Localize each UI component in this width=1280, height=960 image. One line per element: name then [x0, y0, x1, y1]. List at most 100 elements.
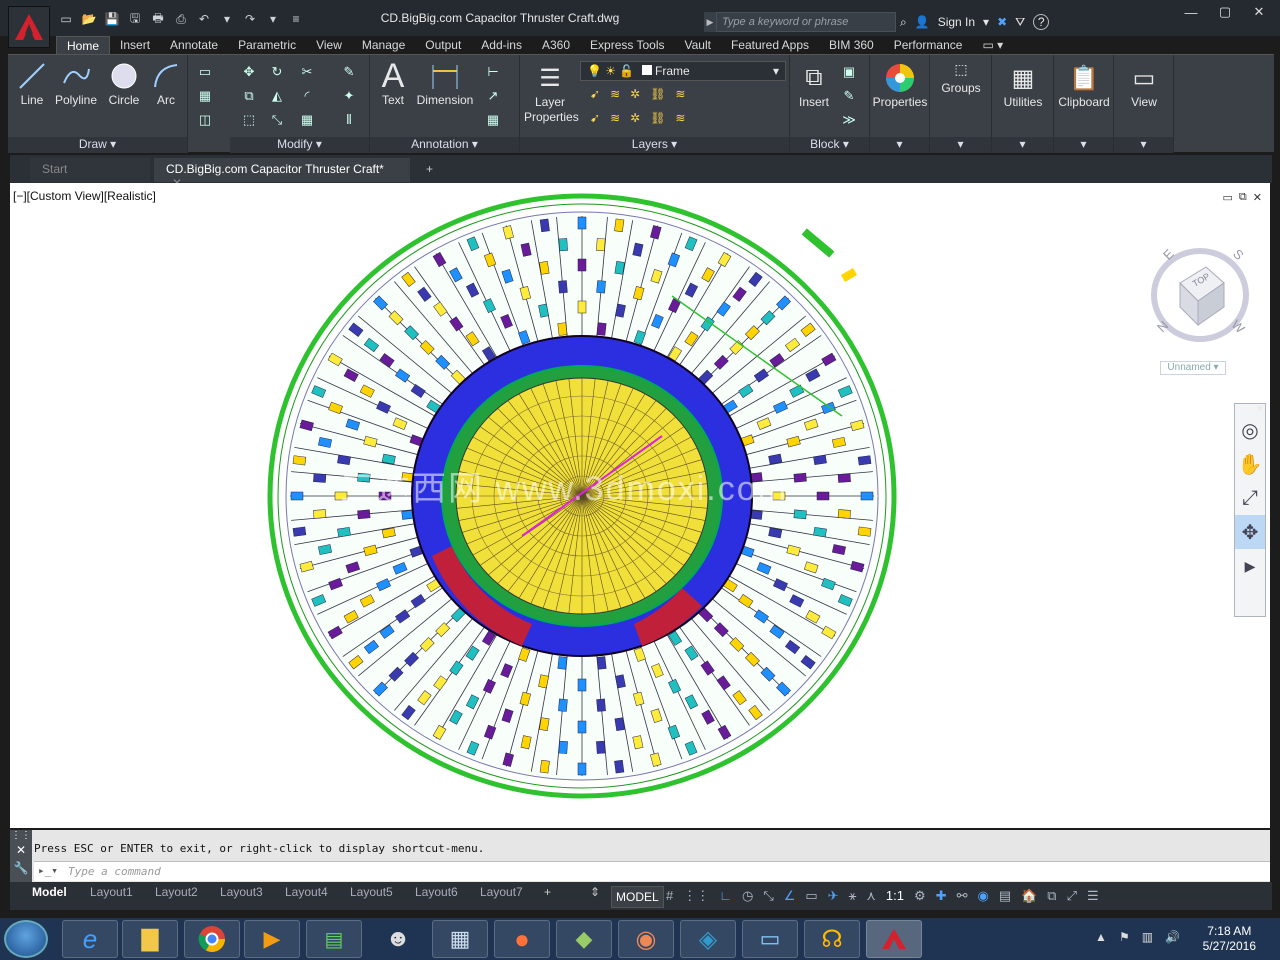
undo-dropdown-icon[interactable]: ▾ [217, 10, 237, 28]
ribbon-tab-parametric[interactable]: Parametric [228, 36, 306, 54]
task-manager-icon[interactable]: ▤ [306, 920, 362, 958]
line-button[interactable]: Line [14, 59, 50, 107]
model-space-toggle[interactable]: MODEL [611, 886, 664, 908]
grip-icon[interactable]: ⋮⋮ [10, 830, 32, 841]
application-menu-button[interactable] [8, 6, 50, 48]
ribbon-tab-express-tools[interactable]: Express Tools [580, 36, 674, 54]
annotation-scale[interactable]: 1:1 [886, 888, 904, 904]
redo-dropdown-icon[interactable]: ▾ [263, 10, 283, 28]
customization-menu-icon[interactable]: ☰ [1087, 888, 1099, 904]
minimize-icon[interactable]: — [1174, 2, 1208, 22]
open-icon[interactable]: 📂 [79, 10, 99, 28]
ribbon-tab-output[interactable]: Output [415, 36, 471, 54]
annotation-panel-label[interactable]: Annotation ▾ [370, 137, 519, 153]
showmotion-icon[interactable]: ▶ [1235, 549, 1265, 583]
ribbon-tab-a360[interactable]: A360 [532, 36, 580, 54]
stay-connected-icon[interactable]: ⛛ [1015, 15, 1025, 30]
layout-tab-layout4[interactable]: Layout4 [285, 885, 328, 905]
new-icon[interactable]: ▭ [56, 10, 76, 28]
units-icon[interactable]: ⚯ [957, 888, 968, 904]
headphones-app-icon[interactable]: ☊ [804, 920, 860, 958]
sign-in-link[interactable]: Sign In [938, 15, 975, 29]
redo-icon[interactable]: ↷ [240, 10, 260, 28]
network-icon[interactable]: ▥ [1142, 930, 1153, 944]
array-icon[interactable]: ▦ [298, 111, 316, 129]
navbar-close-icon[interactable]: ✕ [1235, 404, 1265, 413]
ribbon-tab-performance[interactable]: Performance [884, 36, 973, 54]
layer-off-icon[interactable]: ➹ [590, 87, 600, 101]
isolate-objects-icon[interactable]: 🏠 [1021, 888, 1037, 904]
lock-ui-icon[interactable]: ▤ [999, 888, 1011, 904]
ribbon-tab-insert[interactable]: Insert [110, 36, 160, 54]
arc-button[interactable]: Arc [148, 59, 184, 107]
layout-tab-layout7[interactable]: Layout7 [480, 885, 523, 905]
layer-properties-button[interactable]: ☰ Layer Properties [524, 61, 579, 125]
drawing-viewport[interactable]: [−][Custom View][Realistic] ▭ ⧉ ✕ 三达西网 w… [10, 183, 1270, 828]
snap-icon[interactable]: ⋮⋮ [683, 888, 709, 904]
calculator-app-icon[interactable]: ▦ [432, 920, 488, 958]
command-prompt-icon[interactable]: ▸_▾ [38, 864, 58, 877]
annotation-scale-icon[interactable]: ⋏ [866, 888, 876, 904]
gimp-icon[interactable]: ☻ [370, 920, 426, 958]
status-expand-icon[interactable]: ⇕ [590, 885, 600, 905]
fillet-icon[interactable]: ◜ [298, 87, 316, 105]
maximize-icon[interactable]: ▢ [1208, 2, 1242, 22]
hardware-acceleration-icon[interactable]: ⧉ [1047, 888, 1056, 904]
clipboard-expand-icon[interactable]: ▾ [1054, 137, 1113, 153]
region-icon[interactable]: ◫ [196, 111, 214, 129]
customize-wrench-icon[interactable]: 🔧 [10, 861, 32, 875]
help-icon[interactable]: ? [1033, 14, 1050, 30]
utilities-expand-icon[interactable]: ▾ [992, 137, 1053, 153]
dimension-button[interactable]: Dimension [414, 59, 476, 107]
layers-panel-label[interactable]: Layers ▾ [520, 137, 789, 153]
clipboard-panel[interactable]: 📋 Clipboard ▾ [1054, 55, 1114, 153]
groups-panel[interactable]: ⬚ Groups ▾ [930, 55, 992, 153]
sketchup-icon[interactable]: ◈ [680, 920, 736, 958]
ribbon-tab-manage[interactable]: Manage [352, 36, 415, 54]
utilities-panel[interactable]: ▦ Utilities ▾ [992, 55, 1054, 153]
move-icon[interactable]: ✥ [240, 63, 258, 81]
rotate-icon[interactable]: ↻ [268, 63, 286, 81]
isodraft-icon[interactable]: ⤡ [763, 888, 773, 904]
layout-tab-layout6[interactable]: Layout6 [415, 885, 458, 905]
modify-panel-label[interactable]: Modify ▾ [230, 137, 369, 153]
edit-block-icon[interactable]: ✎ [840, 87, 858, 105]
layer-match-icon[interactable]: ≋ [675, 87, 685, 101]
print-icon[interactable]: ⎙ [171, 10, 191, 28]
polar-icon[interactable]: ◷ [742, 888, 753, 904]
explode-icon[interactable]: ✦ [340, 87, 358, 105]
layout-tab-model[interactable]: Model [32, 885, 67, 905]
object-snap-icon[interactable]: ▭ [805, 888, 817, 904]
binoculars-icon[interactable]: ⌕ [900, 15, 907, 30]
zoom-extents-icon[interactable]: ⤢ [1235, 481, 1265, 515]
object-snap-tracking-icon[interactable]: ∠ [784, 888, 796, 904]
layer-dropdown[interactable]: 💡 ☀ 🔓 Frame ▾ [580, 61, 786, 81]
ribbon-tab-annotate[interactable]: Annotate [160, 36, 228, 54]
autocad-taskbar-icon[interactable] [866, 920, 922, 958]
rectangle-icon[interactable]: ▭ [196, 63, 214, 81]
insert-button[interactable]: ⧉ Insert [794, 61, 834, 109]
layer-unisolate-icon[interactable]: ≋ [610, 111, 620, 125]
firefox-icon[interactable]: ● [494, 920, 550, 958]
leader-icon[interactable]: ↗ [484, 87, 502, 105]
circle-button[interactable]: Circle [104, 59, 144, 107]
sign-in-dropdown-icon[interactable]: ▾ [983, 15, 989, 29]
view-expand-icon[interactable]: ▾ [1114, 137, 1173, 153]
table-icon[interactable]: ▦ [484, 111, 502, 129]
hatch-icon[interactable]: ▦ [196, 87, 214, 105]
file-explorer-icon[interactable]: ▇ [122, 920, 178, 958]
volume-icon[interactable]: 🔊 [1165, 930, 1180, 944]
media-player-icon[interactable]: ▶ [244, 920, 300, 958]
layout-tab-layout2[interactable]: Layout2 [155, 885, 198, 905]
layer-isolate-icon[interactable]: ≋ [610, 87, 620, 101]
trim-icon[interactable]: ✂ [298, 63, 316, 81]
ribbon-tab-add-ins[interactable]: Add-ins [471, 36, 532, 54]
offset-icon[interactable]: ⫴ [340, 111, 358, 129]
mirror-icon[interactable]: ◭ [268, 87, 286, 105]
scale-icon[interactable]: ⤡ [268, 111, 286, 129]
grid-icon[interactable]: # [666, 888, 673, 904]
command-input[interactable]: ▸_▾ Type a command [34, 861, 1270, 881]
layout-tab-layout5[interactable]: Layout5 [350, 885, 393, 905]
clean-screen-icon[interactable]: ⤢ [1067, 888, 1077, 904]
properties-panel[interactable]: Properties ▾ [870, 55, 930, 153]
